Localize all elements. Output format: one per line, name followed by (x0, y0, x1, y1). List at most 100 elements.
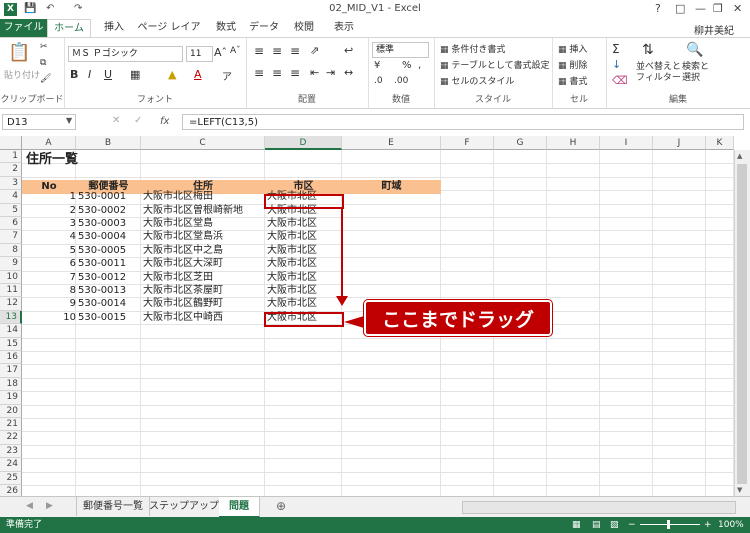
next-sheet-icon[interactable]: ▶ (46, 501, 53, 511)
row-header-4[interactable]: 4 (0, 190, 22, 204)
cell-city[interactable]: 大阪市北区 (267, 217, 342, 230)
autosum-icon[interactable]: Σ (612, 42, 620, 56)
cell-city[interactable]: 大阪市北区 (267, 244, 342, 257)
fill-color-icon[interactable]: ▲ (168, 68, 176, 81)
underline-icon[interactable]: U (104, 68, 112, 81)
cell-address[interactable]: 大阪市北区曽根崎新地 (143, 204, 265, 217)
currency-icon[interactable]: ¥ (374, 60, 380, 71)
cell-styles-button[interactable]: ▦ セルのスタイル (440, 74, 514, 87)
row-header-8[interactable]: 8 (0, 243, 22, 258)
bold-icon[interactable]: B (70, 68, 78, 81)
sheet-tab-problem[interactable]: 問題 (219, 497, 260, 518)
page-layout-view-icon[interactable]: ▤ (592, 517, 601, 533)
row-header-16[interactable]: 16 (0, 351, 22, 365)
cell-address[interactable]: 大阪市北区芝田 (143, 271, 265, 284)
cut-icon[interactable]: ✂ (40, 42, 48, 52)
paste-button[interactable]: 貼り付け (4, 68, 40, 81)
user-name[interactable]: 柳井美紀 (694, 22, 734, 37)
header-town[interactable]: 町域 (342, 180, 441, 194)
ribbon-display-icon[interactable]: □ (675, 2, 685, 15)
zoom-slider[interactable] (640, 524, 700, 525)
name-box[interactable]: D13 (2, 114, 76, 130)
row-header-11[interactable]: 11 (0, 284, 22, 298)
cell-no[interactable]: 4 (22, 230, 76, 243)
row-header-1[interactable]: 1 (0, 150, 22, 164)
row-header-15[interactable]: 15 (0, 337, 22, 351)
increase-indent-icon[interactable]: ⇥ (326, 66, 335, 79)
column-header-g[interactable]: G (494, 136, 547, 150)
delete-cells-button[interactable]: ▦ 削除 (558, 58, 587, 71)
tab-page-layout[interactable]: ページ レイアウト (134, 19, 204, 51)
normal-view-icon[interactable]: ▦ (572, 517, 581, 533)
cell-zip[interactable]: 530-0005 (78, 244, 141, 257)
format-as-table-button[interactable]: ▦ テーブルとして書式設定 (440, 58, 550, 71)
row-header-9[interactable]: 9 (0, 257, 22, 271)
cell-no[interactable]: 9 (22, 297, 76, 310)
align-left-icon[interactable]: ≡ (254, 66, 264, 80)
column-header-c[interactable]: C (141, 136, 265, 150)
cell-no[interactable]: 2 (22, 204, 76, 217)
row-header-14[interactable]: 14 (0, 324, 22, 338)
find-select-button[interactable]: 検索と 選択 (682, 62, 709, 84)
cell-address[interactable]: 大阪市北区堂島浜 (143, 230, 265, 243)
sheet-tab-step-up[interactable]: ステップアップ (149, 497, 220, 516)
cell-zip[interactable]: 530-0002 (78, 204, 141, 217)
row-header-13[interactable]: 13 (0, 310, 22, 325)
maximize-icon[interactable]: ❐ (713, 2, 723, 15)
tab-review[interactable]: 校閲 (286, 19, 322, 37)
row-header-5[interactable]: 5 (0, 203, 22, 217)
cell-zip[interactable]: 530-0003 (78, 217, 141, 230)
tab-home[interactable]: ホーム (47, 19, 91, 38)
cell-no[interactable]: 10 (22, 311, 76, 324)
page-break-view-icon[interactable]: ▧ (610, 517, 619, 533)
tab-view[interactable]: 表示 (326, 19, 362, 37)
cell-zip[interactable]: 530-0004 (78, 230, 141, 243)
cell-city[interactable]: 大阪市北区 (267, 284, 342, 297)
row-header-21[interactable]: 21 (0, 418, 22, 432)
sort-filter-button[interactable]: 並べ替えと フィルター (636, 62, 681, 84)
row-header-26[interactable]: 26 (0, 485, 22, 496)
decrease-decimal-icon[interactable]: .00 (394, 76, 408, 86)
name-box-dropdown-icon[interactable]: ▼ (66, 116, 72, 125)
italic-icon[interactable]: I (88, 68, 91, 81)
insert-function-button[interactable]: fx (160, 116, 169, 127)
row-header-6[interactable]: 6 (0, 217, 22, 231)
cell-no[interactable]: 8 (22, 284, 76, 297)
align-bottom-icon[interactable]: ≡ (290, 44, 300, 58)
vertical-scrollbar[interactable]: ▲ ▼ (734, 150, 750, 496)
paste-icon[interactable]: 📋 (8, 42, 30, 63)
cell-address[interactable]: 大阪市北区茶屋町 (143, 284, 265, 297)
cell-address[interactable]: 大阪市北区梅田 (143, 190, 265, 203)
sort-filter-icon[interactable]: ⇅ (642, 42, 654, 58)
grow-font-icon[interactable]: Aˆ (214, 46, 227, 59)
cell-city[interactable]: 大阪市北区 (267, 297, 342, 310)
column-header-f[interactable]: F (441, 136, 494, 150)
cell-zip[interactable]: 530-0011 (78, 257, 141, 270)
cell-no[interactable]: 6 (22, 257, 76, 270)
format-painter-icon[interactable]: 🖌 (40, 74, 51, 84)
sheet-tab-zip-list[interactable]: 郵便番号一覧 (76, 497, 150, 516)
fill-icon[interactable]: ↓ (612, 58, 621, 71)
select-all-corner[interactable] (0, 136, 22, 150)
wrap-text-icon[interactable]: ↩ (344, 44, 353, 57)
tab-insert[interactable]: 挿入 (94, 19, 134, 37)
borders-icon[interactable]: ▦ (130, 68, 140, 81)
help-icon[interactable]: ? (655, 2, 661, 15)
cell-no[interactable]: 1 (22, 190, 76, 203)
row-header-7[interactable]: 7 (0, 230, 22, 244)
row-header-22[interactable]: 22 (0, 431, 22, 445)
column-header-j[interactable]: J (653, 136, 706, 150)
cancel-formula-icon[interactable]: ✕ (112, 115, 120, 126)
align-middle-icon[interactable]: ≡ (272, 44, 282, 58)
decrease-indent-icon[interactable]: ⇤ (310, 66, 319, 79)
cell-zip[interactable]: 530-0013 (78, 284, 141, 297)
cell-address[interactable]: 大阪市北区堂島 (143, 217, 265, 230)
cell-address[interactable]: 大阪市北区中之島 (143, 244, 265, 257)
formula-input[interactable]: =LEFT(C13,5) (182, 114, 744, 130)
row-header-23[interactable]: 23 (0, 444, 22, 459)
tab-formulas[interactable]: 数式 (208, 19, 244, 37)
phonetic-icon[interactable]: ア (222, 68, 232, 83)
cell-no[interactable]: 5 (22, 244, 76, 257)
orientation-icon[interactable]: ⇗ (310, 44, 319, 57)
close-icon[interactable]: ✕ (733, 2, 742, 15)
